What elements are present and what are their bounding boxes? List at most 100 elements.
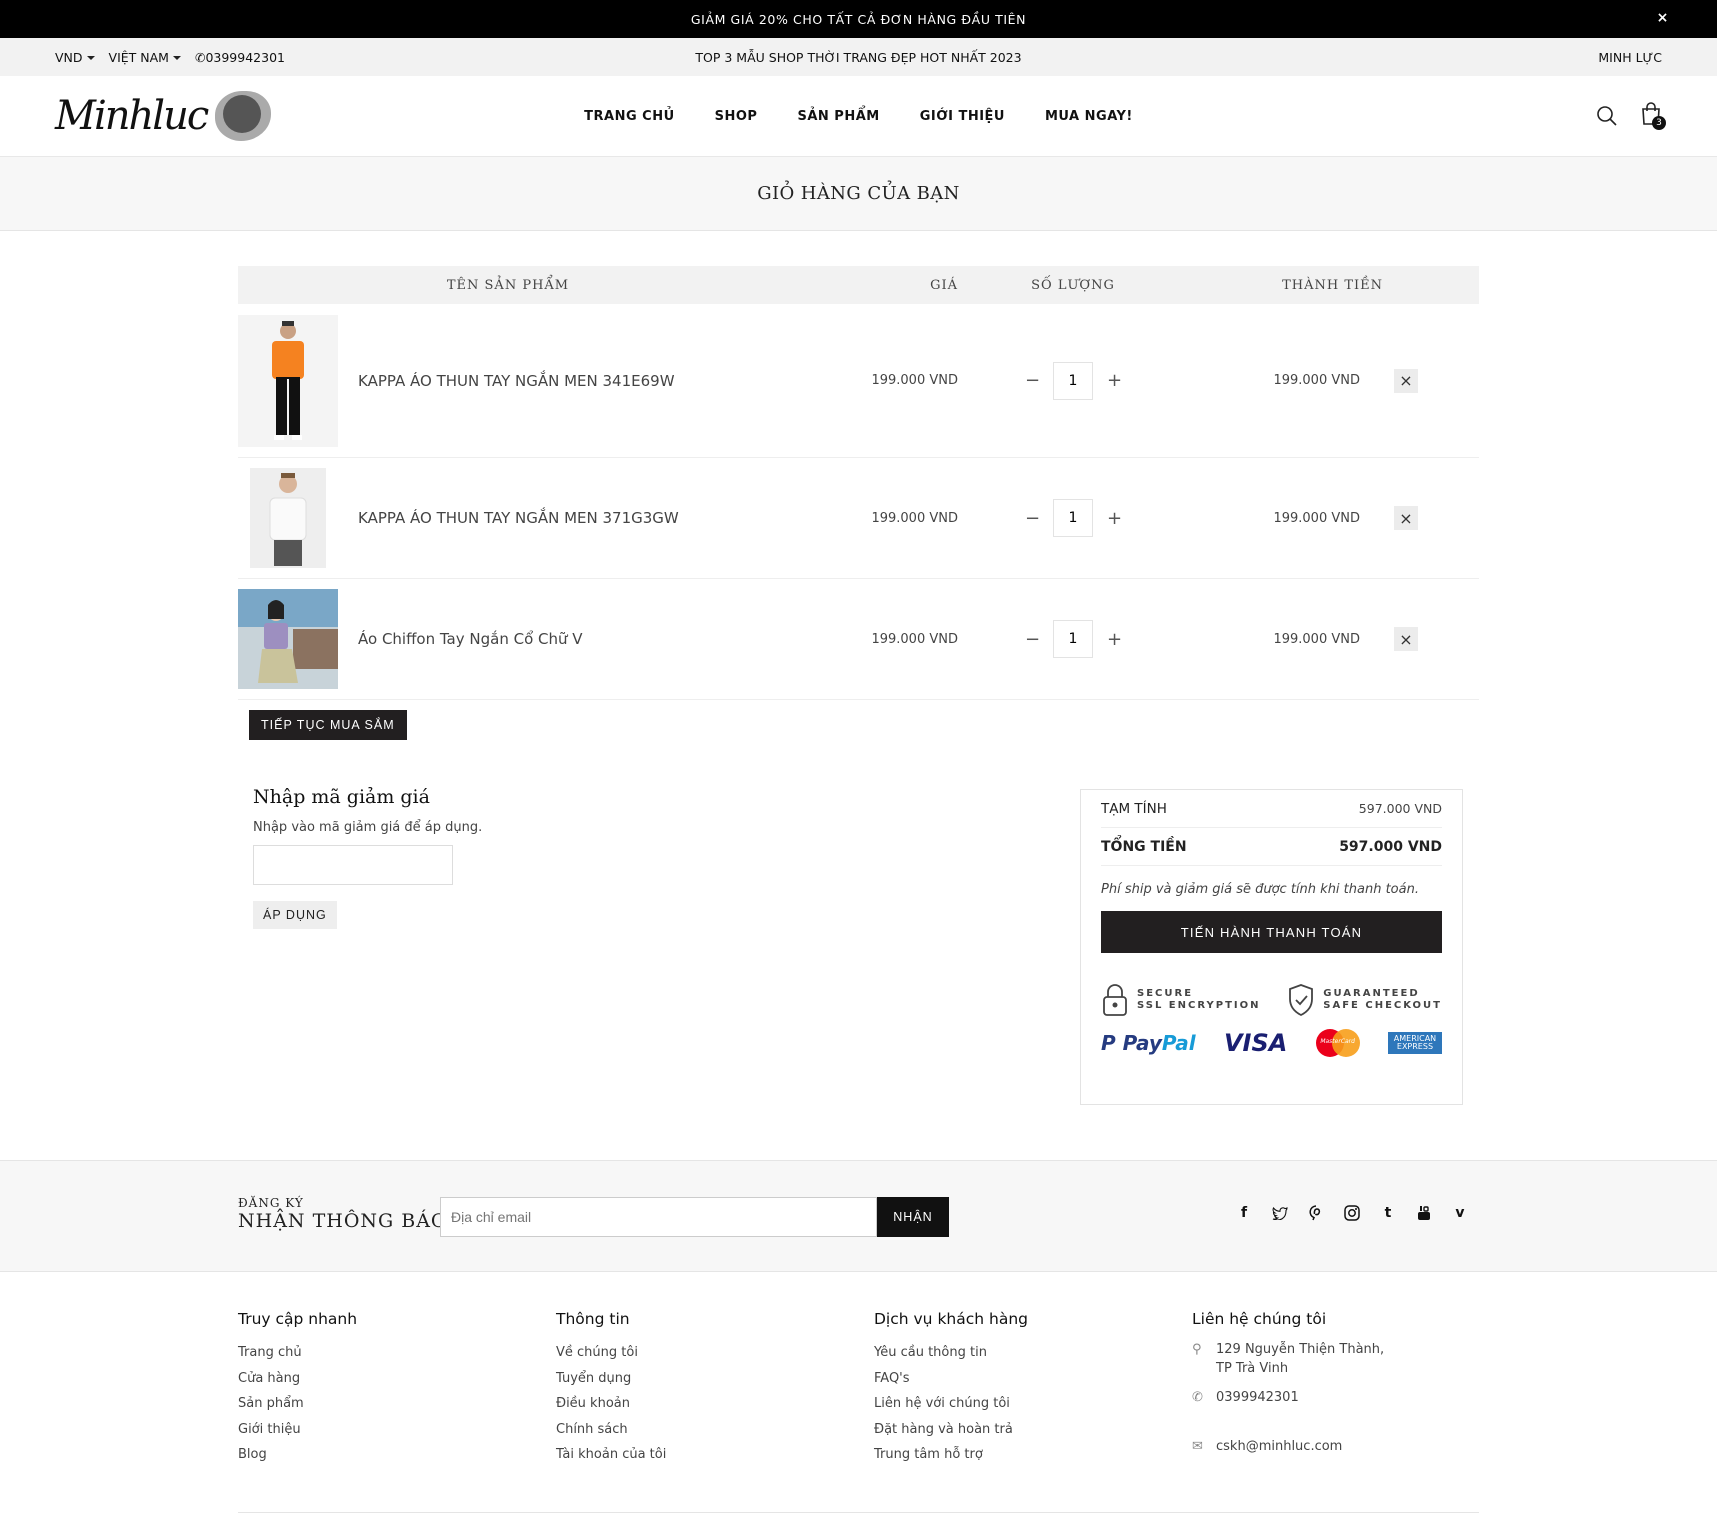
order-summary: TẠM TÍNH 597.000 VND TỔNG TIỀN 597.000 V…	[1080, 789, 1463, 1105]
total-value: 597.000 VND	[1339, 838, 1442, 855]
minus-icon[interactable]: −	[1025, 629, 1040, 650]
remove-item-icon[interactable]: ×	[1394, 368, 1418, 393]
contact-email[interactable]: ✉ cskh@minhluc.com	[1192, 1437, 1479, 1456]
footer-col-info: Thông tin Về chúng tôi Tuyển dụng Điều k…	[556, 1310, 874, 1468]
remove-item-icon[interactable]: ×	[1394, 627, 1418, 651]
subtotal-label: TẠM TÍNH	[1101, 800, 1167, 817]
total-row: TỔNG TIỀN 597.000 VND	[1101, 828, 1442, 866]
tumblr-icon[interactable]: t	[1380, 1205, 1396, 1221]
product-name-link[interactable]: KAPPA ÁO THUN TAY NGẮN MEN 341E69W	[338, 372, 778, 390]
pinterest-icon[interactable]	[1308, 1205, 1324, 1221]
col-price-header: GIÁ	[930, 277, 958, 293]
footer-link[interactable]: Cửa hàng	[238, 1366, 556, 1392]
quantity-stepper: − +	[958, 361, 1188, 400]
product-thumbnail[interactable]	[238, 468, 338, 568]
footer-link[interactable]: Trang chủ	[238, 1340, 556, 1366]
product-name-link[interactable]: Áo Chiffon Tay Ngắn Cổ Chữ V	[338, 630, 778, 648]
nav-products[interactable]: SẢN PHẨM	[797, 109, 879, 124]
footer-link[interactable]: Tuyển dụng	[556, 1366, 874, 1392]
footer-link[interactable]: Sản phẩm	[238, 1391, 556, 1417]
footer-link[interactable]: Chính sách	[556, 1417, 874, 1443]
vimeo-icon[interactable]: v	[1452, 1205, 1468, 1221]
close-icon[interactable]: ×	[1657, 10, 1669, 26]
account-link[interactable]: MINH LỰC	[1598, 50, 1662, 65]
checkout-button[interactable]: TIẾN HÀNH THANH TOÁN	[1101, 911, 1442, 953]
safe-badge-line2: SAFE CHECKOUT	[1323, 1000, 1442, 1011]
product-price: 199.000 VND	[871, 373, 958, 388]
nav-buy-now[interactable]: MUA NGAY!	[1045, 109, 1133, 124]
quantity-input[interactable]	[1053, 361, 1093, 400]
footer-link[interactable]: Trung tâm hỗ trợ	[874, 1442, 1192, 1468]
footer-heading: Thông tin	[556, 1310, 630, 1328]
plus-icon[interactable]: +	[1107, 370, 1122, 391]
quantity-input[interactable]	[1053, 620, 1093, 658]
footer-link[interactable]: Yêu cầu thông tin	[874, 1340, 1192, 1366]
caret-down-icon	[86, 56, 95, 60]
product-image	[238, 314, 338, 447]
quantity-input[interactable]	[1053, 499, 1093, 537]
footer-col-quick-links: Truy cập nhanh Trang chủ Cửa hàng Sản ph…	[238, 1310, 556, 1468]
remove-item-icon[interactable]: ×	[1394, 506, 1418, 530]
cart-row: KAPPA ÁO THUN TAY NGẮN MEN 341E69W 199.0…	[238, 304, 1479, 458]
instagram-icon[interactable]	[1344, 1205, 1360, 1221]
payment-logos: P PayPal VISA MasterCard AMERICAN EXPRESS	[1101, 1029, 1442, 1057]
social-links: f t v	[1236, 1205, 1468, 1221]
footer-heading: Dịch vụ khách hàng	[874, 1310, 1028, 1328]
cart-table: TÊN SẢN PHẨM GIÁ SỐ LƯỢNG THÀNH TIỀN KAP…	[238, 266, 1479, 700]
safe-badge-line1: GUARANTEED	[1323, 988, 1420, 999]
footer-link[interactable]: Về chúng tôi	[556, 1340, 874, 1366]
nav-home[interactable]: TRANG CHỦ	[584, 109, 675, 124]
site-header: Minhluc TRANG CHỦ SHOP SẢN PHẨM GIỚI THI…	[0, 76, 1717, 157]
line-total: 199.000 VND	[1273, 510, 1360, 526]
trust-badges: SECURE SSL ENCRYPTION GUARANTEED SAFE CHEC…	[1101, 983, 1442, 1017]
mastercard-logo: MasterCard	[1315, 1029, 1360, 1057]
contact-phone[interactable]: ✆ 0399942301	[1192, 1388, 1479, 1407]
page-title: GIỎ HÀNG CỦA BẠN	[0, 157, 1717, 231]
product-price: 199.000 VND	[871, 631, 958, 647]
youtube-icon[interactable]	[1416, 1205, 1432, 1221]
product-thumbnail[interactable]	[238, 314, 338, 447]
footer-col-services: Dịch vụ khách hàng Yêu cầu thông tin FAQ…	[874, 1310, 1192, 1468]
plus-icon[interactable]: +	[1107, 508, 1122, 529]
product-image	[238, 589, 338, 689]
product-thumbnail[interactable]	[238, 589, 338, 689]
nav-about[interactable]: GIỚI THIỆU	[920, 109, 1005, 124]
subtotal-value: 597.000 VND	[1358, 801, 1442, 816]
footer-link[interactable]: Điều khoản	[556, 1391, 874, 1417]
facebook-icon[interactable]: f	[1236, 1205, 1252, 1221]
phone-link[interactable]: ✆0399942301	[195, 50, 285, 65]
announcement-bar: GIẢM GIÁ 20% CHO TẤT CẢ ĐƠN HÀNG ĐẦU TIÊ…	[0, 0, 1717, 38]
apply-coupon-button[interactable]: ÁP DỤNG	[253, 901, 337, 929]
footer-link[interactable]: Tài khoản của tôi	[556, 1442, 874, 1468]
footer-col-contact: Liên hệ chúng tôi ⚲ 129 Nguyễn Thiện Thà…	[1192, 1310, 1479, 1468]
footer-link[interactable]: Giới thiệu	[238, 1417, 556, 1443]
footer-link[interactable]: Liên hệ với chúng tôi	[874, 1391, 1192, 1417]
email-field[interactable]	[440, 1197, 877, 1237]
phone-icon: ✆	[194, 49, 206, 65]
footer-link[interactable]: Đặt hàng và hoàn trả	[874, 1417, 1192, 1443]
cart-button[interactable]: 3	[1640, 102, 1666, 130]
continue-shopping-button[interactable]: TIẾP TỤC MUA SẮM	[249, 710, 407, 740]
contact-phone-number: 0399942301	[1216, 1390, 1299, 1405]
plus-icon[interactable]: +	[1107, 629, 1122, 650]
twitter-icon[interactable]	[1272, 1205, 1288, 1221]
product-name-link[interactable]: KAPPA ÁO THUN TAY NGẮN MEN 371G3GW	[338, 509, 778, 527]
subscribe-button[interactable]: NHẬN	[877, 1197, 949, 1237]
minus-icon[interactable]: −	[1025, 370, 1040, 391]
shipping-note: Phí ship và giảm giá sẽ được tính khi th…	[1101, 882, 1419, 897]
footer-link[interactable]: Blog	[238, 1442, 556, 1468]
country-select[interactable]: VIỆT NAM	[109, 50, 181, 65]
product-image	[250, 468, 326, 568]
col-name-header: TÊN SẢN PHẨM	[446, 277, 570, 293]
cart-table-header: TÊN SẢN PHẨM GIÁ SỐ LƯỢNG THÀNH TIỀN	[238, 266, 1479, 304]
nav-shop[interactable]: SHOP	[715, 109, 758, 124]
footer-link[interactable]: FAQ's	[874, 1366, 1192, 1392]
contact-address: ⚲ 129 Nguyễn Thiện Thành, TP Trà Vinh	[1192, 1340, 1479, 1378]
ssl-badge: SECURE SSL ENCRYPTION	[1101, 983, 1260, 1017]
minus-icon[interactable]: −	[1025, 508, 1040, 529]
search-icon[interactable]	[1596, 105, 1618, 127]
line-total: 199.000 VND	[1273, 631, 1360, 647]
coupon-input[interactable]	[253, 845, 453, 885]
footer-heading: Truy cập nhanh	[238, 1310, 358, 1328]
currency-select[interactable]: VND	[55, 50, 95, 65]
